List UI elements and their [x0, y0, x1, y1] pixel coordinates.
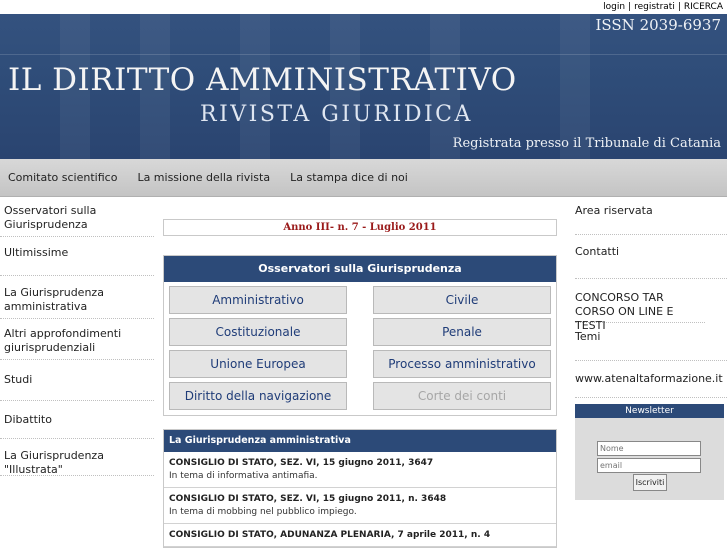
- search-link[interactable]: RICERCA: [684, 2, 723, 12]
- list-item: CONSIGLIO DI STATO, SEZ. VI, 15 giugno 2…: [164, 452, 556, 488]
- banner-line: [0, 54, 727, 55]
- nav-comitato-scientifico[interactable]: Comitato scientifico: [8, 171, 117, 184]
- main-nav: Comitato scientifico La missione della r…: [0, 159, 727, 197]
- register-link[interactable]: registrati: [634, 2, 675, 12]
- right-item-concorso-tar[interactable]: CONCORSO TAR CORSO ON LINE E TESTI: [575, 279, 705, 332]
- observatories-panel: Osservatori sulla Giurisprudenza Amminis…: [163, 255, 557, 416]
- newsletter-title: Newsletter: [575, 404, 724, 418]
- entry-title[interactable]: CONSIGLIO DI STATO, SEZ. VI, 15 giugno 2…: [169, 493, 551, 506]
- obs-corte-dei-conti-button[interactable]: Corte dei conti: [373, 382, 551, 410]
- right-item-contatti[interactable]: Contatti: [575, 235, 727, 279]
- issue-label: Anno III- n. 7 - Luglio 2011: [163, 219, 557, 236]
- obs-diritto-navigazione-button[interactable]: Diritto della navigazione: [169, 382, 347, 410]
- entry-description: In tema di informativa antimafia.: [169, 471, 318, 481]
- right-item-area-riservata[interactable]: Area riservata: [575, 204, 727, 235]
- registration-note: Registrata presso il Tribunale di Catani…: [452, 136, 721, 151]
- left-item-studi[interactable]: Studi: [0, 360, 154, 401]
- jurisprudence-panel: La Giurisprudenza amministrativa CONSIGL…: [163, 429, 557, 548]
- separator: |: [628, 2, 632, 12]
- separator: |: [677, 2, 681, 12]
- left-item-dibattito[interactable]: Dibattito: [0, 401, 154, 439]
- header-banner: ISSN 2039-6937 IL DIRITTO AMMINISTRATIVO…: [0, 14, 727, 159]
- newsletter-box: Newsletter Iscriviti: [575, 404, 724, 500]
- left-item-giurisprudenza-amministrativa[interactable]: La Giurisprudenza amministrativa: [0, 276, 154, 319]
- obs-amministrativo-button[interactable]: Amministrativo: [169, 286, 347, 314]
- login-link[interactable]: login: [603, 2, 625, 12]
- newsletter-email-input[interactable]: [597, 458, 701, 473]
- nav-missione-rivista[interactable]: La missione della rivista: [137, 171, 270, 184]
- list-item: CONSIGLIO DI STATO, SEZ. VI, 15 giugno 2…: [164, 488, 556, 524]
- left-item-osservatori[interactable]: Osservatori sulla Giurisprudenza: [0, 204, 154, 237]
- main-content: Anno III- n. 7 - Luglio 2011 Osservatori…: [163, 219, 557, 548]
- left-item-altri-approfondimenti[interactable]: Altri approfondimenti giurisprudenziali: [0, 319, 154, 360]
- issn: ISSN 2039-6937: [595, 16, 721, 34]
- obs-civile-button[interactable]: Civile: [373, 286, 551, 314]
- newsletter-name-input[interactable]: [597, 441, 701, 456]
- site-subtitle: RIVISTA GIURIDICA: [200, 102, 473, 127]
- left-menu: Osservatori sulla Giurisprudenza Ultimis…: [0, 204, 154, 476]
- top-links: login | registrati | RICERCA: [603, 0, 723, 14]
- obs-costituzionale-button[interactable]: Costituzionale: [169, 318, 347, 346]
- obs-unione-europea-button[interactable]: Unione Europea: [169, 350, 347, 378]
- entry-description: In tema di mobbing nel pubblico impiego.: [169, 507, 357, 517]
- nav-stampa-dice[interactable]: La stampa dice di noi: [290, 171, 408, 184]
- entry-title[interactable]: CONSIGLIO DI STATO, SEZ. VI, 15 giugno 2…: [169, 457, 551, 470]
- entry-title[interactable]: CONSIGLIO DI STATO, ADUNANZA PLENARIA, 7…: [169, 529, 551, 542]
- site-title[interactable]: IL DIRITTO AMMINISTRATIVO: [8, 62, 517, 98]
- observatories-title: Osservatori sulla Giurisprudenza: [164, 256, 556, 282]
- newsletter-subscribe-button[interactable]: Iscriviti: [633, 474, 667, 491]
- obs-penale-button[interactable]: Penale: [373, 318, 551, 346]
- left-item-ultimissime[interactable]: Ultimissime: [0, 237, 154, 276]
- left-item-giurisprudenza-illustrata[interactable]: La Giurisprudenza "Illustrata": [0, 439, 154, 476]
- jurisprudence-title: La Giurisprudenza amministrativa: [164, 430, 556, 452]
- right-menu: Area riservata Contatti CONCORSO TAR COR…: [575, 204, 727, 398]
- list-item: CONSIGLIO DI STATO, ADUNANZA PLENARIA, 7…: [164, 524, 556, 547]
- obs-processo-amministrativo-button[interactable]: Processo amministrativo: [373, 350, 551, 378]
- right-item-atenaltaformazione[interactable]: www.atenaltaformazione.it: [575, 361, 727, 398]
